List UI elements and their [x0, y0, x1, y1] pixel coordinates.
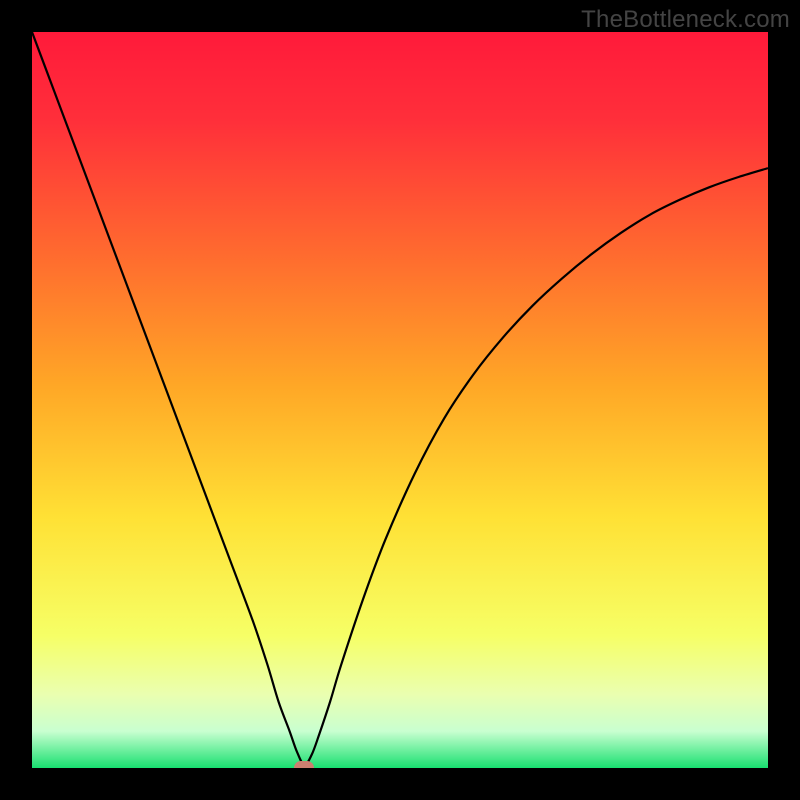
chart-frame: TheBottleneck.com — [0, 0, 800, 800]
watermark-text: TheBottleneck.com — [581, 6, 790, 34]
plot-area — [32, 32, 768, 768]
bottleneck-curve — [32, 32, 768, 768]
optimum-marker — [294, 761, 314, 768]
